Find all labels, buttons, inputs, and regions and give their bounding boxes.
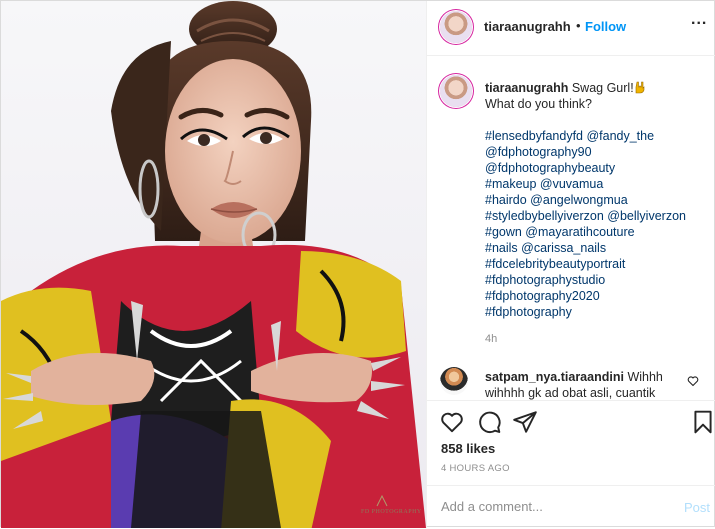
bookmark-icon[interactable]	[690, 409, 715, 435]
caption-tag-line[interactable]: #hairdo @angelwongmua	[485, 192, 705, 208]
post-photo[interactable]: FD PHOTOGRAPHY	[1, 1, 426, 528]
speech-bubble-icon[interactable]	[476, 409, 502, 435]
likes-count[interactable]: 858 likes	[441, 441, 495, 456]
caption-author-avatar[interactable]	[440, 75, 472, 107]
author-avatar[interactable]	[440, 11, 472, 43]
caption-tag-line[interactable]: #lensedbyfandyfd @fandy_the	[485, 128, 705, 144]
rock-on-hand-icon	[635, 81, 644, 94]
photo-watermark: FD PHOTOGRAPHY	[361, 509, 422, 515]
commenter-username[interactable]: satpam_nya.tiaraandini	[485, 370, 624, 384]
caption-tag-line[interactable]: @fdphotographybeauty	[485, 160, 705, 176]
caption-question: What do you think?	[485, 97, 593, 111]
post-comment-button[interactable]: Post	[684, 500, 710, 515]
more-options-icon[interactable]: ...	[691, 11, 707, 29]
comments-list[interactable]: tiaraanugrahh Swag Gurl! What do you thi…	[427, 57, 715, 400]
instagram-post: FD PHOTOGRAPHY tiaraanugrahh • Follow ..…	[0, 0, 715, 528]
caption-tag-line[interactable]: #fdphotography	[485, 304, 705, 320]
caption-time-ago[interactable]: 4h	[485, 333, 497, 345]
caption-tag-line[interactable]: #gown @mayaratihcouture	[485, 224, 705, 240]
paper-plane-icon[interactable]	[512, 409, 538, 435]
small-heart-icon[interactable]	[687, 375, 699, 387]
heart-outline-icon[interactable]	[439, 409, 465, 435]
caption-username[interactable]: tiaraanugrahh	[485, 81, 568, 95]
caption-tag-line[interactable]: #fdphotographystudio	[485, 272, 705, 288]
post-side-panel: tiaraanugrahh • Follow ... tiaraanugrahh…	[426, 1, 715, 528]
add-comment-input[interactable]	[441, 499, 661, 514]
post-date[interactable]: 4 HOURS AGO	[441, 463, 510, 474]
caption-tag-line[interactable]: @fdphotography90	[485, 144, 705, 160]
author-username[interactable]: tiaraanugrahh	[484, 19, 571, 34]
portrait-illustration	[1, 1, 426, 528]
commenter-avatar[interactable]	[440, 367, 468, 395]
post-actions: 858 likes 4 HOURS AGO Post	[427, 400, 715, 528]
watermark-logo-icon	[376, 495, 388, 507]
caption-tag-line[interactable]: #makeup @vuvamua	[485, 176, 705, 192]
add-comment-bar: Post	[427, 485, 715, 529]
caption-first-line: tiaraanugrahh Swag Gurl!	[485, 80, 705, 96]
caption-tag-line[interactable]: #styledbybellyiverzon @bellyiverzon	[485, 208, 705, 224]
caption-tag-line[interactable]: #nails @carissa_nails	[485, 240, 705, 256]
post-caption: tiaraanugrahh Swag Gurl! What do you thi…	[485, 80, 705, 320]
post-header: tiaraanugrahh • Follow ...	[427, 1, 715, 56]
caption-tag-line[interactable]: #fdcelebritybeautyportrait	[485, 256, 705, 272]
comment-body: satpam_nya.tiaraandini Wihhh wihhhh gk a…	[485, 369, 685, 400]
follow-button[interactable]: Follow	[585, 19, 626, 34]
follow-separator: •	[576, 18, 581, 33]
caption-text: Swag Gurl!	[571, 81, 634, 95]
caption-tag-line[interactable]: #fdphotography2020	[485, 288, 705, 304]
